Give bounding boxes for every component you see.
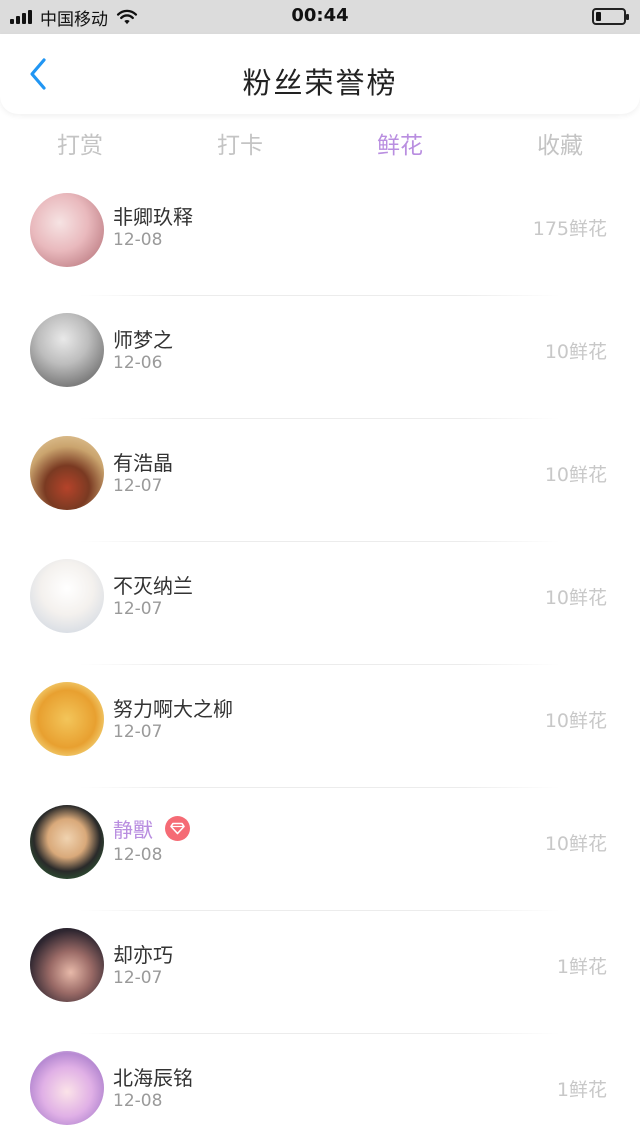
fan-name[interactable]: 努力啊大之柳	[113, 693, 233, 722]
divider	[80, 664, 560, 665]
fan-name[interactable]: 非卿玖释	[113, 201, 193, 230]
fan-name-text: 静獸	[113, 818, 153, 842]
flower-count: 10鲜花	[544, 464, 607, 486]
flower-count: 10鲜花	[544, 710, 607, 732]
list-item[interactable]: 北海辰铭 12-08 1鲜花	[0, 1051, 640, 1138]
divider	[80, 541, 560, 542]
divider	[80, 787, 560, 788]
flower-count: 1鲜花	[556, 956, 607, 978]
fan-date: 12-07	[113, 599, 163, 619]
list-item[interactable]: 非卿玖释 12-08 175鲜花	[0, 193, 640, 319]
fan-date: 12-08	[113, 230, 163, 250]
avatar[interactable]	[30, 559, 104, 633]
fan-date: 12-08	[113, 845, 163, 865]
fan-date: 12-06	[113, 353, 163, 373]
tab-flowers[interactable]: 鲜花	[320, 118, 480, 174]
flower-count: 1鲜花	[556, 1079, 607, 1101]
fan-name[interactable]: 静獸	[113, 814, 190, 843]
fan-date: 12-07	[113, 476, 163, 496]
flower-count: 10鲜花	[544, 833, 607, 855]
tab-favorites[interactable]: 收藏	[480, 118, 640, 174]
list-item[interactable]: 师梦之 12-06 10鲜花	[0, 313, 640, 442]
fan-name[interactable]: 师梦之	[113, 324, 173, 353]
list-item[interactable]: 有浩晶 12-07 10鲜花	[0, 436, 640, 565]
tab-tip[interactable]: 打赏	[0, 118, 160, 174]
avatar[interactable]	[30, 193, 104, 267]
avatar[interactable]	[30, 436, 104, 510]
nav-header: 粉丝荣誉榜	[0, 34, 640, 114]
fan-date: 12-07	[113, 722, 163, 742]
clock: 00:44	[291, 5, 349, 26]
page-title: 粉丝荣誉榜	[242, 66, 398, 100]
list-item[interactable]: 却亦巧 12-07 1鲜花	[0, 928, 640, 1057]
divider	[80, 295, 560, 296]
fan-name[interactable]: 却亦巧	[113, 939, 173, 968]
tab-checkin[interactable]: 打卡	[160, 118, 320, 174]
avatar[interactable]	[30, 928, 104, 1002]
list-item[interactable]: 努力啊大之柳 12-07 10鲜花	[0, 682, 640, 811]
fan-name[interactable]: 北海辰铭	[113, 1062, 193, 1091]
diamond-icon	[165, 816, 190, 841]
fan-date: 12-08	[113, 1091, 163, 1111]
avatar[interactable]	[30, 682, 104, 756]
flower-count: 10鲜花	[544, 341, 607, 363]
battery-icon	[592, 8, 629, 25]
flower-count: 175鲜花	[532, 218, 607, 240]
tab-bar: 打赏 打卡 鲜花 收藏	[0, 118, 640, 174]
avatar[interactable]	[30, 1051, 104, 1125]
divider	[80, 418, 560, 419]
avatar[interactable]	[30, 313, 104, 387]
list-item[interactable]: 静獸 12-08 10鲜花	[0, 805, 640, 934]
divider	[80, 910, 560, 911]
divider	[80, 1033, 560, 1034]
list-item[interactable]: 不灭纳兰 12-07 10鲜花	[0, 559, 640, 688]
fan-date: 12-07	[113, 968, 163, 988]
status-bar: 中国移动 00:44	[0, 0, 640, 34]
flower-count: 10鲜花	[544, 587, 607, 609]
fan-name[interactable]: 不灭纳兰	[113, 570, 193, 599]
fan-name[interactable]: 有浩晶	[113, 447, 173, 476]
avatar[interactable]	[30, 805, 104, 879]
